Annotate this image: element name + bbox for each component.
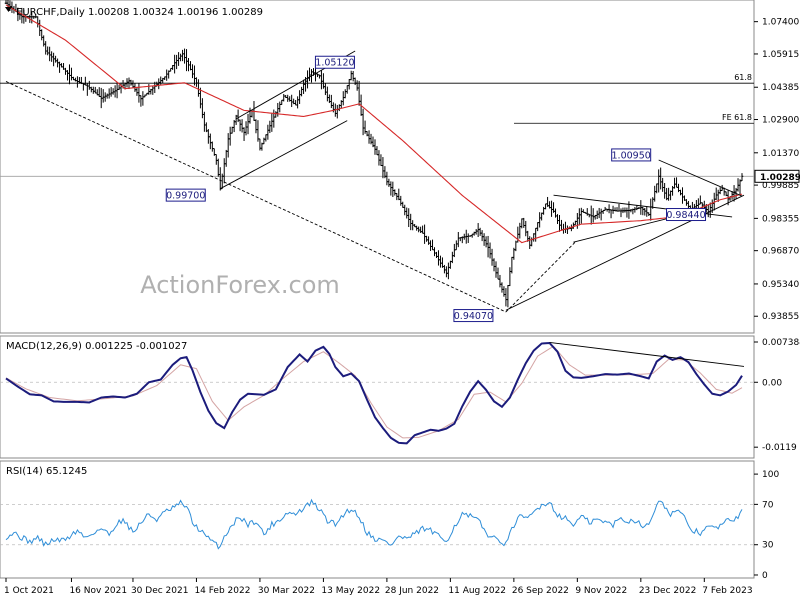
macd-title: MACD(12,26,9) 0.001225 -0.001027 (6, 341, 187, 352)
x-tick-label: 1 Oct 2021 (4, 586, 54, 596)
current-price-label: 1.00289 (760, 173, 800, 183)
rsi-title: RSI(14) 65.1245 (6, 466, 87, 477)
rsi-pane-frame (0, 460, 755, 579)
price-y-tick-label: 1.05915 (762, 50, 799, 60)
x-tick-label: 30 Dec 2021 (131, 586, 189, 596)
price-annotation-label: 0.94070 (454, 311, 493, 322)
x-tick-label: 7 Feb 2023 (702, 586, 752, 596)
price-y-tick-label: 1.04385 (762, 83, 799, 93)
x-tick-label: 28 Jun 2022 (385, 586, 439, 596)
fib-level-label: FE 61.8 (722, 113, 752, 122)
rsi-y-tick-label: 70 (762, 500, 774, 510)
rsi-y-tick-label: 30 (762, 541, 774, 551)
price-pane-frame (0, 0, 755, 334)
x-tick-label: 13 May 2022 (321, 586, 380, 596)
price-y-tick-label: 0.95340 (762, 280, 799, 290)
x-tick-label: 30 Mar 2022 (258, 586, 315, 596)
x-axis: 1 Oct 2021 16 Nov 2021 30 Dec 2021 14 Feb 2… (4, 578, 753, 596)
price-chart-title: EURCHF,Daily 1.00208 1.00324 1.00196 1.0… (16, 7, 263, 18)
price-annotation-label: 1.00950 (612, 150, 651, 161)
x-tick-label: 23 Dec 2022 (639, 586, 697, 596)
macd-y-tick-label: 0.00 (762, 378, 782, 388)
price-annotation-label: 0.99700 (166, 191, 205, 202)
x-tick-label: 9 Nov 2022 (575, 586, 627, 596)
watermark: ActionForex.com (140, 271, 340, 299)
x-tick-label: 14 Feb 2022 (194, 586, 250, 596)
macd-y-tick-label: -0.0119 (762, 443, 797, 453)
macd-y-tick-label: 0.007384 (762, 338, 800, 348)
price-y-tick-label: 0.96870 (762, 247, 799, 257)
price-annotation-label: 1.05120 (315, 58, 354, 69)
x-tick-label: 26 Sep 2022 (512, 586, 569, 596)
price-annotation-label: 0.98440 (666, 210, 705, 221)
x-tick-label: 16 Nov 2021 (69, 586, 127, 596)
price-y-tick-label: 1.07400 (762, 18, 799, 28)
chart-svg: 1.074001.059151.043851.029001.013700.998… (0, 0, 800, 596)
fib-level-label: 61.8 (734, 73, 752, 82)
price-y-tick-label: 0.98355 (762, 214, 799, 224)
rsi-y-tick-label: 100 (762, 470, 779, 480)
x-tick-label: 11 Aug 2022 (448, 586, 506, 596)
rsi-y-tick-label: 0 (762, 571, 768, 581)
price-y-tick-label: 1.02900 (762, 116, 799, 126)
chart-root: 1.07400 1.05915 1.04385 1.02900 1.01370 0.998… (0, 0, 800, 600)
price-y-tick-label: 0.93855 (762, 312, 799, 322)
price-y-tick-label: 1.01370 (762, 149, 799, 159)
